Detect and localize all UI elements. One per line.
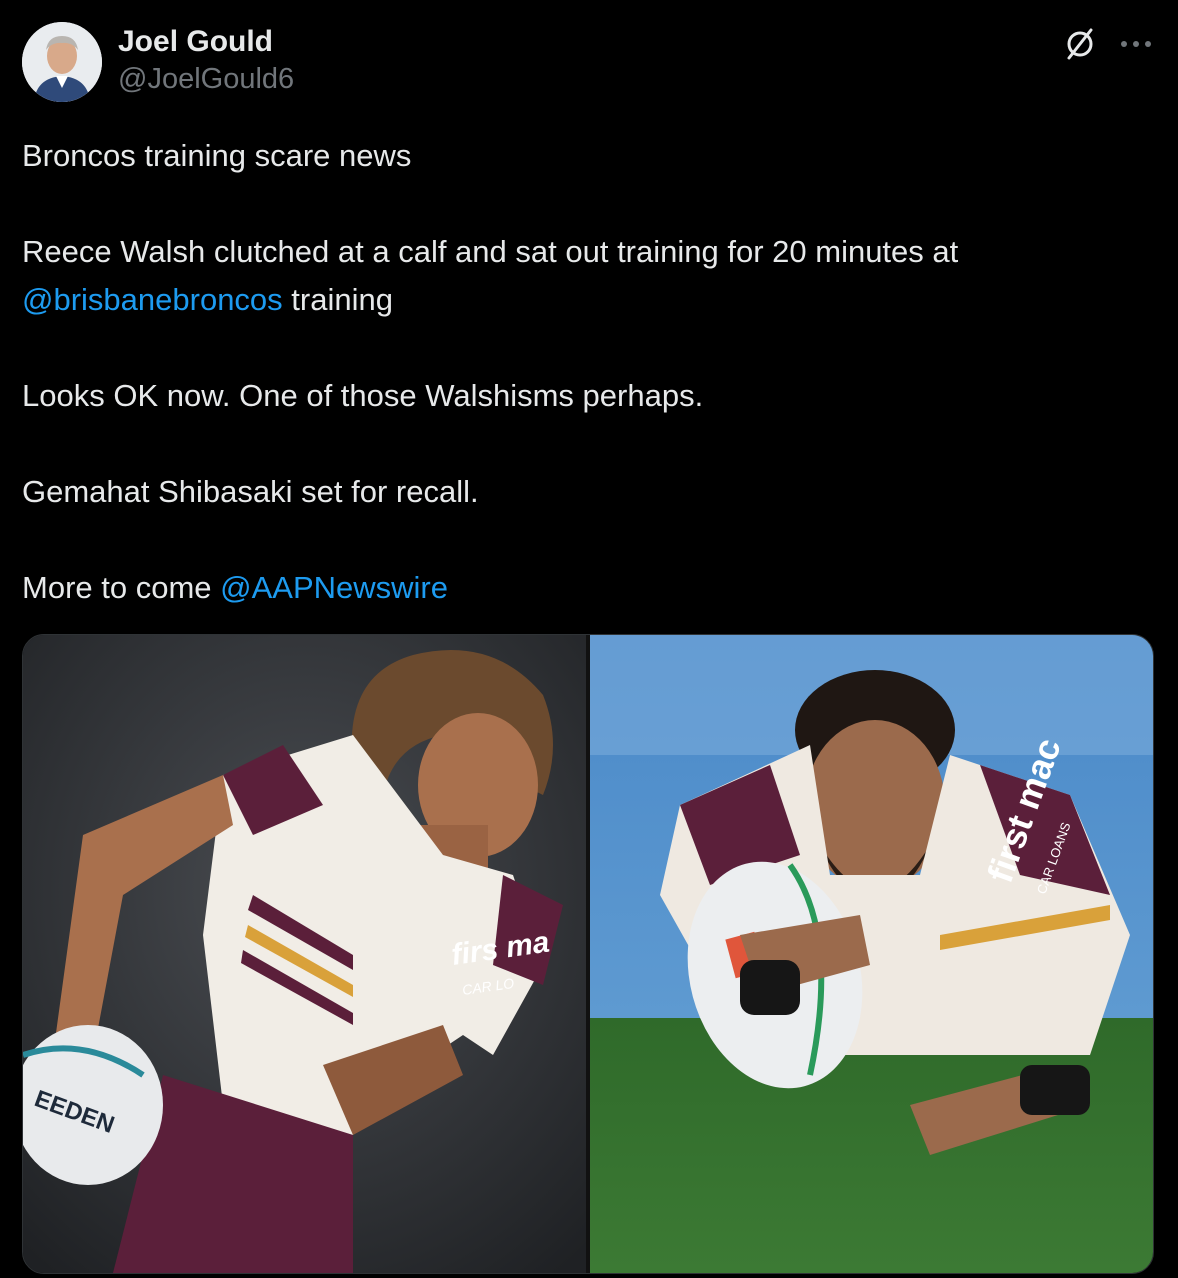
author-display-name[interactable]: Joel Gould [118, 24, 294, 60]
mention-link-brisbanebroncos[interactable]: @brisbanebroncos [22, 282, 283, 317]
grok-icon[interactable] [1060, 24, 1100, 64]
tweet-line: Reece Walsh clutched at a calf and sat o… [22, 228, 1152, 324]
tweet-card: Joel Gould @JoelGould6 Broncos training … [0, 0, 1178, 1278]
tweet-line-text: training [282, 282, 393, 317]
mention-link-aapnewswire[interactable]: @AAPNewswire [220, 570, 448, 605]
author-handle[interactable]: @JoelGould6 [118, 60, 294, 98]
tweet-line: More to come @AAPNewswire [22, 564, 1152, 612]
author-block: Joel Gould @JoelGould6 [118, 24, 294, 98]
tweet-line-text: Reece Walsh clutched at a calf and sat o… [22, 234, 959, 269]
tweet-line: Gemahat Shibasaki set for recall. [22, 474, 479, 509]
avatar-photo-icon [22, 22, 102, 102]
tweet-media-grid: firs ma CAR LO EEDEN first mac CAR LOANS [22, 634, 1154, 1274]
more-options-icon[interactable] [1116, 30, 1156, 58]
tweet-text: Broncos training scare news Reece Walsh … [22, 132, 1152, 612]
tweet-line-text: More to come [22, 570, 221, 605]
media-photo-right[interactable]: first mac CAR LOANS [590, 635, 1153, 1273]
tweet-line: Broncos training scare news [22, 138, 412, 173]
author-avatar[interactable] [22, 22, 102, 102]
tweet-line: Looks OK now. One of those Walshisms per… [22, 378, 704, 413]
media-photo-left[interactable]: firs ma CAR LO EEDEN [23, 635, 586, 1273]
